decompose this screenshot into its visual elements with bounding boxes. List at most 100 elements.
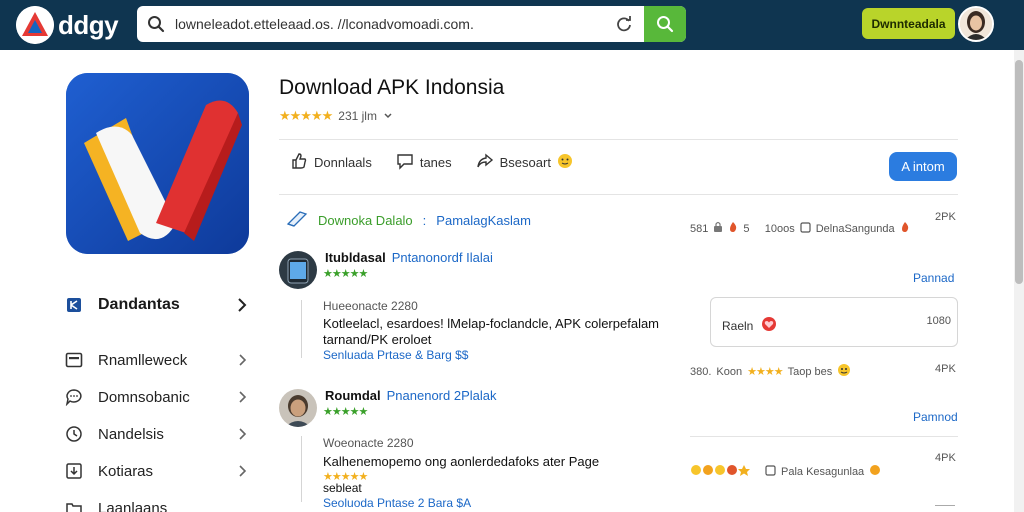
review-footer[interactable]: Seoluoda Pntase 2 Bara $A (323, 496, 471, 510)
review-body: Kalhenemopemo ong aonlerdedafoks ater Pa… (323, 454, 600, 469)
sidebar-item-categories[interactable]: Kotiaras (64, 456, 250, 486)
user-avatar[interactable] (958, 6, 994, 42)
download-cta-button[interactable]: Dwnnteadala (862, 8, 955, 39)
review-divider (690, 436, 958, 437)
reaction-card-count: 1080 (926, 315, 951, 327)
chevron-right-icon (234, 297, 250, 313)
more-indicator (935, 505, 955, 511)
search-bar[interactable]: lowneleadot.etteleaad.os. //lconadvomoad… (137, 6, 686, 42)
sidebar-item-languages[interactable]: Laanlaans (64, 493, 250, 512)
chat-bubble-icon (64, 387, 84, 407)
review-date: Woeonacte 2280 (323, 436, 414, 450)
download-info-row[interactable]: Downoka Dalalo : PamalagKaslam (286, 210, 531, 231)
heart-icon (761, 316, 777, 335)
sidebar-item-reviews[interactable]: Rnamlleweck (64, 345, 250, 375)
download-info-title: Downoka Dalalo (318, 213, 413, 228)
sidebar-item-label: Domnsobanic (98, 388, 190, 406)
sidebar-item-label: Rnamlleweck (98, 351, 188, 369)
reviewer-avatar[interactable] (279, 251, 317, 289)
message-icon (396, 152, 414, 173)
report-action[interactable]: Bsesoart (476, 152, 573, 173)
reaction-card-label: Raeln (722, 318, 754, 333)
rating-stars: ★★★★★ (279, 108, 333, 123)
review-meta: 380. Koon ★★★★ Taop bes (690, 363, 851, 380)
download-meta-prefix: 581 (690, 222, 709, 235)
reviewer-badge[interactable]: Pntanonordf Ilalai (392, 250, 493, 265)
rating-count: 231 jlm (338, 109, 377, 123)
chevron-down-icon (383, 109, 393, 123)
action-toolbar: Donnlaals tanes Bsesoart (290, 152, 573, 173)
sidebar-item-label: Kotiaras (98, 462, 154, 480)
download-box-icon (64, 461, 84, 481)
review-stars: ★★★★★ (323, 268, 368, 280)
download-action-label: Donnlaals (314, 155, 372, 170)
sidebar-item-comments[interactable]: Domnsobanic (64, 382, 250, 412)
refresh-icon[interactable] (604, 6, 644, 42)
review-meta-stars: ★★★★ (747, 366, 783, 378)
download-info-subtitle: PamalagKaslam (436, 213, 531, 228)
rating-summary[interactable]: ★★★★★ 231 jlm (279, 108, 393, 124)
review-size: 4PK (935, 363, 956, 375)
download-action[interactable]: Donnlaals (290, 152, 372, 173)
reply-link[interactable]: Pannad (913, 271, 954, 285)
inbox-icon (64, 350, 84, 370)
emoji-icon (837, 363, 851, 380)
review-meta-tail: Taop bes (787, 365, 833, 378)
review-body-extra: sebleat (323, 481, 362, 495)
reaction-icons (690, 464, 760, 479)
report-action-label: Bsesoart (499, 155, 551, 170)
app-title: Download APK Indonsia (279, 76, 505, 99)
checkbox-icon (800, 221, 811, 236)
install-button[interactable]: A intom (889, 152, 957, 181)
sidebar-item-label: Dandantas (98, 296, 180, 313)
emoji-icon (869, 464, 881, 479)
download-meta-publisher: DelnaSangunda (815, 222, 895, 235)
scrollbar-thumb[interactable] (1015, 60, 1023, 284)
app-icon (66, 73, 249, 254)
tag-icon (64, 295, 84, 315)
download-meta-count: 5 10oos (743, 222, 795, 235)
lock-icon (713, 221, 723, 236)
review-date: Hueeonacte 2280 (323, 299, 418, 313)
review-size: 4PK (935, 452, 956, 464)
sidebar-item-history[interactable]: Nandelsis (64, 419, 250, 449)
brand-logo[interactable]: ddgy (16, 6, 119, 44)
chevron-right-icon (234, 426, 250, 442)
logo-mark-icon (16, 6, 54, 44)
clock-icon (64, 424, 84, 444)
share-arrow-icon (476, 152, 494, 173)
reviewer-avatar[interactable] (279, 389, 317, 427)
thread-line (301, 300, 302, 358)
reviewer-badge[interactable]: Pnanenord 2Plalak (387, 388, 497, 403)
review-body: Kotleelacl, esardoes! lMelap-foclandcle,… (323, 316, 660, 347)
brand-name: ddgy (58, 9, 119, 40)
flame-icon (900, 221, 910, 236)
chevron-right-icon (234, 352, 250, 368)
share-action[interactable]: tanes (396, 152, 452, 173)
reply-link[interactable]: Pamnod (913, 410, 958, 424)
reaction-card[interactable]: Raeln 1080 (710, 297, 958, 347)
download-info-separator: : (422, 213, 427, 228)
header-divider (279, 139, 958, 140)
download-meta: 581 5 10oos DelnaSangunda (690, 221, 910, 236)
search-icon (137, 6, 175, 42)
checkbox-icon (765, 464, 776, 479)
sidebar-item-label: Laanlaans (98, 499, 168, 512)
reviewer-name[interactable]: Roumdal (325, 388, 381, 403)
thumbs-up-icon (290, 152, 308, 173)
reaction-card-content: Raeln (722, 316, 777, 335)
folder-icon (64, 498, 84, 512)
top-navigation-bar: ddgy lowneleadot.etteleaad.os. //lconadv… (0, 0, 1024, 50)
share-action-label: tanes (419, 155, 452, 170)
sidebar-item-primary[interactable]: Dandantas (64, 290, 250, 320)
pencil-icon (286, 210, 308, 231)
thread-line (301, 436, 302, 502)
emoji-icon (557, 153, 573, 172)
search-submit-button[interactable] (644, 6, 686, 42)
download-size: 2PK (935, 211, 956, 223)
reviewer-name[interactable]: Itubldasal (325, 250, 386, 265)
flame-icon (728, 221, 738, 236)
search-input[interactable]: lowneleadot.etteleaad.os. //lconadvomoad… (175, 16, 604, 32)
reviewer-header: Itubldasal Pntanonordf Ilalai (325, 250, 493, 265)
review-footer[interactable]: Senluada Prtase & Barg $$ (323, 348, 468, 362)
